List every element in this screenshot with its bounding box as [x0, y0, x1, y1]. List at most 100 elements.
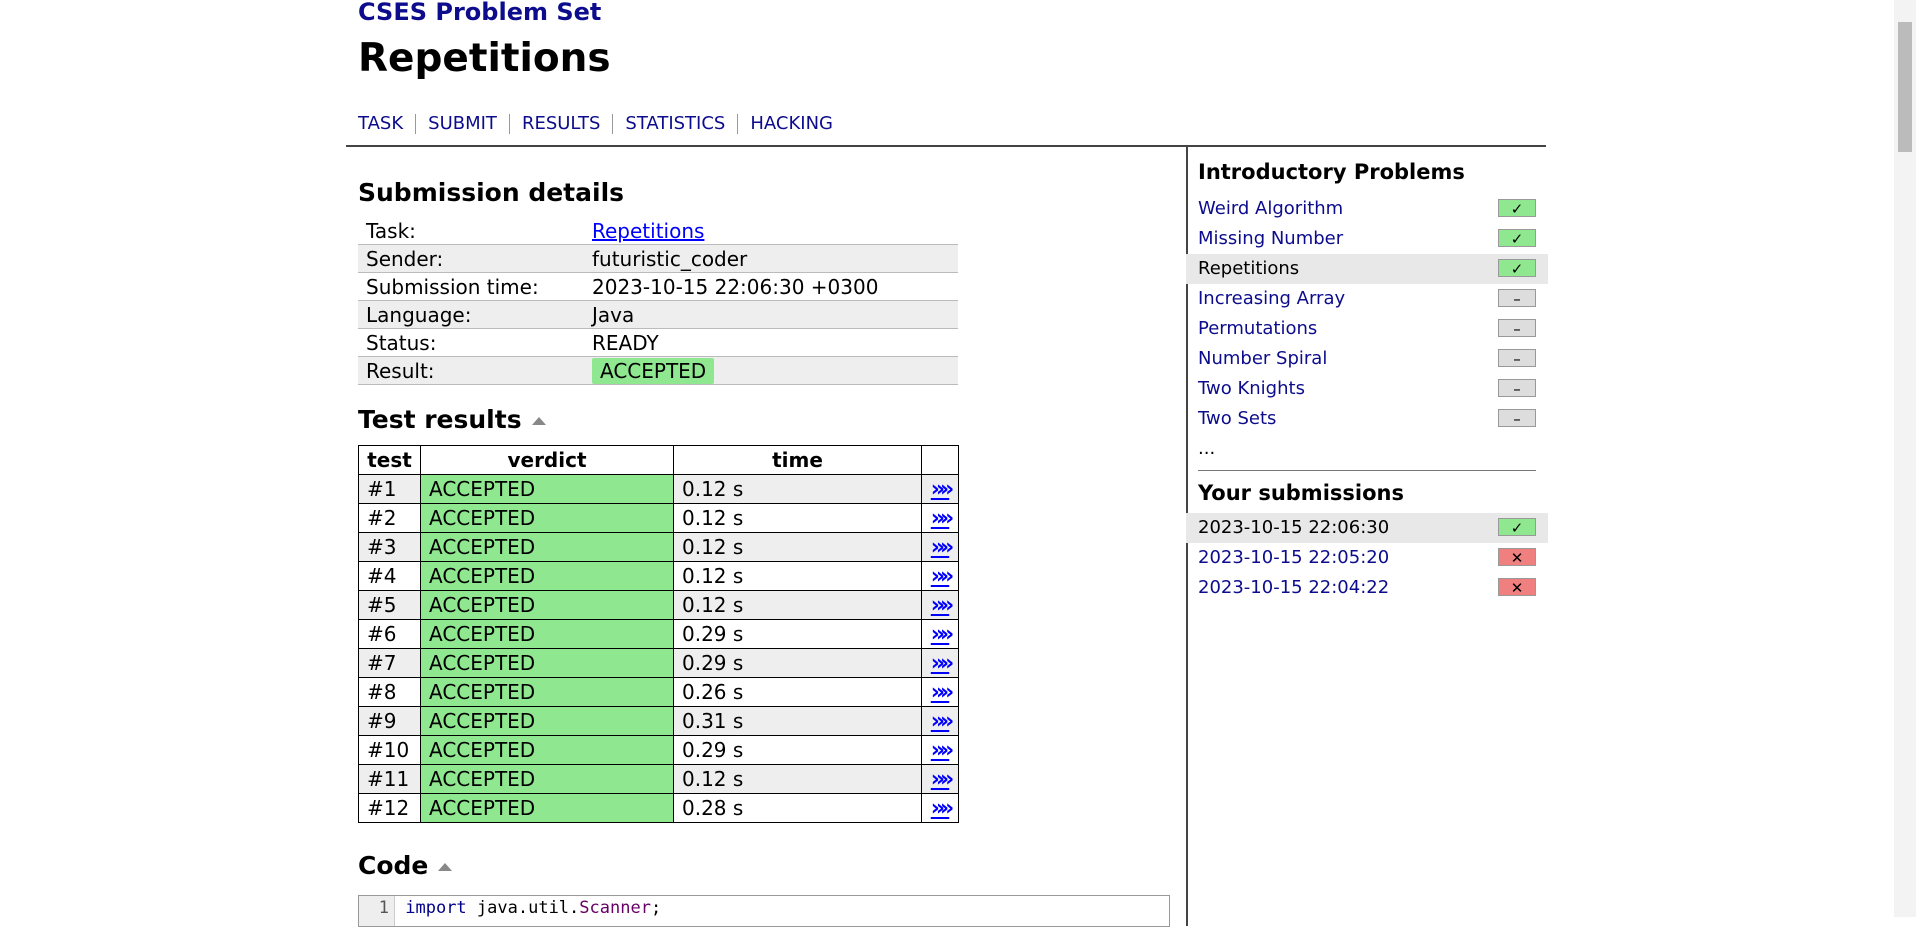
result-badge: ACCEPTED: [592, 357, 715, 384]
test-details-link-icon[interactable]: »»: [930, 708, 955, 734]
sidebar: Introductory Problems Weird Algorithm ✓ Mi…: [1186, 160, 1548, 603]
problem-item[interactable]: Increasing Array –: [1198, 284, 1548, 314]
problem-item[interactable]: Number Spiral –: [1198, 344, 1548, 374]
test-details-link-icon[interactable]: »»: [931, 505, 955, 531]
problem-link[interactable]: Weird Algorithm: [1198, 198, 1343, 219]
nav-results[interactable]: RESULTS: [508, 114, 612, 134]
details-row-time: Submission time: 2023-10-15 22:06:30 +03…: [358, 272, 958, 301]
col-verdict: verdict: [420, 445, 674, 475]
double-chevron-icon: »: [940, 476, 954, 502]
page-title: Repetitions: [358, 36, 611, 81]
problem-status-icon: –: [1498, 289, 1536, 308]
double-chevron-icon: »: [940, 563, 954, 589]
nav-hacking[interactable]: HACKING: [737, 114, 845, 134]
submission-time-label: Submission time:: [358, 272, 584, 301]
code-collapse-triangle-icon[interactable]: [438, 863, 453, 871]
test-time: 0.29 s: [673, 735, 922, 765]
submission-item: 2023-10-15 22:06:30 ✓: [1186, 513, 1548, 543]
submission-details-table: Task: Repetitions Sender: futuristic_cod…: [358, 217, 958, 385]
test-details-link-icon[interactable]: »»: [931, 738, 955, 763]
problem-item[interactable]: Two Sets –: [1198, 404, 1548, 434]
scrollbar[interactable]: [1894, 0, 1916, 917]
test-details-link-icon[interactable]: »»: [931, 796, 955, 821]
test-verdict: ACCEPTED: [420, 503, 674, 533]
sender-value: futuristic_coder: [584, 244, 958, 273]
test-id: #7: [358, 648, 421, 678]
test-details-link-icon[interactable]: »»: [931, 535, 955, 560]
task-label: Task:: [358, 217, 584, 245]
test-results-title: Test results: [358, 405, 522, 434]
nav-submit[interactable]: SUBMIT: [415, 114, 509, 134]
more-problems: ...: [1198, 438, 1216, 459]
double-chevron-icon: »: [940, 679, 954, 705]
site-title-link[interactable]: CSES Problem Set: [358, 0, 601, 26]
result-value-cell: ACCEPTED: [584, 356, 958, 385]
nav-task[interactable]: TASK: [358, 114, 415, 134]
problem-link[interactable]: Number Spiral: [1198, 348, 1327, 369]
problem-item[interactable]: Two Knights –: [1198, 374, 1548, 404]
submission-item[interactable]: 2023-10-15 22:04:22 ✕: [1198, 573, 1548, 603]
double-chevron-icon: »: [930, 563, 945, 589]
double-chevron-icon: »: [940, 505, 954, 531]
test-details-link-icon[interactable]: »»: [931, 766, 955, 792]
details-row-task: Task: Repetitions: [358, 217, 958, 245]
test-link-cell: »»: [921, 619, 959, 649]
double-chevron-icon: »: [940, 766, 954, 792]
test-verdict: ACCEPTED: [420, 532, 674, 562]
test-id: #12: [358, 793, 421, 823]
test-details-link-icon[interactable]: »»: [930, 679, 955, 705]
test-link-cell: »»: [921, 793, 959, 823]
problem-status-icon: –: [1498, 379, 1536, 398]
problem-link[interactable]: Two Sets: [1198, 408, 1276, 429]
problem-link[interactable]: Missing Number: [1198, 228, 1343, 249]
test-time: 0.29 s: [673, 648, 922, 678]
double-chevron-icon: »: [940, 708, 954, 734]
test-details-link-icon[interactable]: »»: [931, 651, 955, 676]
double-chevron-icon: »: [930, 476, 945, 502]
table-row: #12 ACCEPTED 0.28 s »»: [358, 793, 959, 823]
submission-link[interactable]: 2023-10-15 22:04:22: [1198, 577, 1389, 598]
collapse-triangle-icon[interactable]: [531, 417, 546, 425]
code-keyword: import: [405, 898, 467, 918]
code-heading: Code: [358, 851, 453, 880]
col-time: time: [673, 445, 922, 475]
submission-link[interactable]: 2023-10-15 22:05:20: [1198, 547, 1389, 568]
test-link-cell: »»: [921, 706, 959, 736]
sender-label: Sender:: [358, 244, 584, 273]
test-details-link-icon[interactable]: »»: [930, 476, 955, 502]
problem-item[interactable]: Missing Number ✓: [1198, 224, 1548, 254]
nav-statistics[interactable]: STATISTICS: [612, 114, 737, 134]
double-chevron-icon: »: [930, 679, 945, 705]
test-id: #6: [358, 619, 421, 649]
problem-status-icon: ✓: [1498, 199, 1536, 218]
problem-item[interactable]: Weird Algorithm ✓: [1198, 194, 1548, 224]
task-link[interactable]: Repetitions: [592, 219, 704, 243]
code-block: 1 import java.util.Scanner;: [358, 895, 1170, 927]
test-verdict: ACCEPTED: [420, 590, 674, 620]
problem-link[interactable]: Permutations: [1198, 318, 1317, 339]
test-time: 0.12 s: [673, 561, 922, 591]
table-row: #2 ACCEPTED 0.12 s »»: [358, 503, 959, 533]
test-link-cell: »»: [921, 677, 959, 707]
result-label: Result:: [358, 356, 584, 385]
test-details-link-icon[interactable]: »»: [930, 592, 955, 618]
problem-link[interactable]: Increasing Array: [1198, 288, 1345, 309]
test-verdict: ACCEPTED: [420, 793, 674, 823]
test-id: #4: [358, 561, 421, 591]
problem-link[interactable]: Two Knights: [1198, 378, 1305, 399]
test-details-link-icon[interactable]: »»: [930, 563, 955, 589]
problem-item: Repetitions ✓: [1186, 254, 1548, 284]
test-time: 0.28 s: [673, 793, 922, 823]
test-id: #5: [358, 590, 421, 620]
details-row-sender: Sender: futuristic_coder: [358, 244, 958, 273]
test-details-link-icon[interactable]: »»: [931, 622, 955, 647]
header-divider: [346, 145, 1546, 147]
problem-item[interactable]: Permutations –: [1198, 314, 1548, 344]
status-label: Status:: [358, 328, 584, 357]
double-chevron-icon: »: [930, 592, 945, 618]
problem-status-icon: –: [1498, 319, 1536, 338]
details-row-status: Status: READY: [358, 328, 958, 357]
submission-item[interactable]: 2023-10-15 22:05:20 ✕: [1198, 543, 1548, 573]
double-chevron-icon: »: [930, 708, 945, 734]
scrollbar-thumb[interactable]: [1898, 22, 1912, 152]
